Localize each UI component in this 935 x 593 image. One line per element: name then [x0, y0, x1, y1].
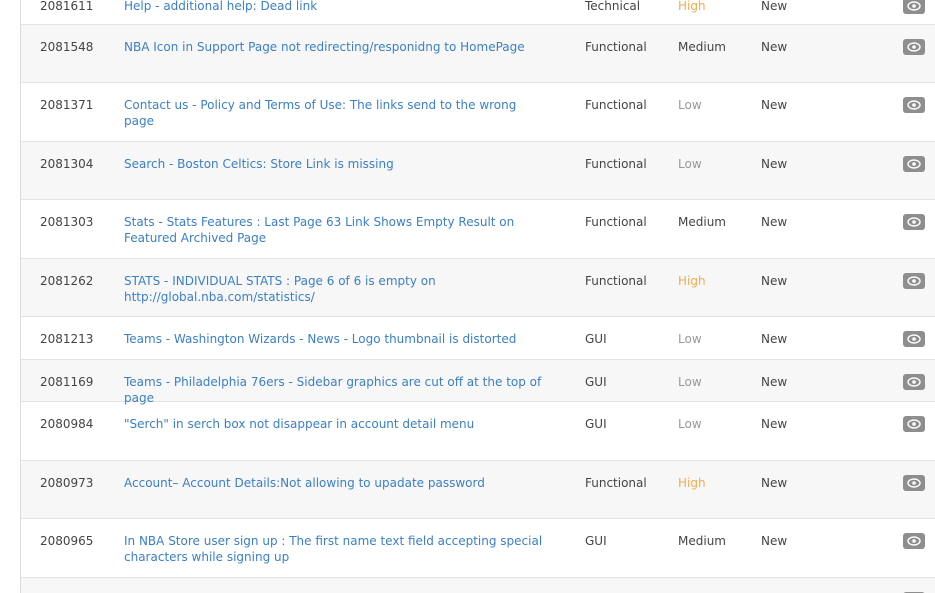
bug-severity: Medium — [678, 40, 726, 54]
table-row: 2080984 "Serch" in serch box not disappe… — [21, 402, 935, 461]
bug-type: Functional — [585, 274, 647, 288]
table-row: 2081371 Contact us - Policy and Terms of… — [21, 83, 935, 142]
bug-id: 2081213 — [40, 332, 94, 346]
bug-id: 2081262 — [40, 274, 94, 288]
table-row: 2081262 STATS - INDIVIDUAL STATS : Page … — [21, 259, 935, 317]
bug-type: Technical — [585, 0, 641, 13]
eye-icon — [907, 159, 921, 169]
bug-status: New — [761, 0, 788, 13]
bug-title-link[interactable]: In NBA Store user sign up : The first na… — [124, 533, 544, 565]
bug-status: New — [761, 476, 788, 490]
bug-status: New — [761, 157, 788, 171]
eye-icon — [907, 42, 921, 52]
bug-type: Functional — [585, 157, 647, 171]
view-bug-button[interactable] — [903, 475, 925, 491]
view-bug-button[interactable] — [903, 39, 925, 55]
table-row: 2080965 In NBA Store user sign up : The … — [21, 519, 935, 578]
bug-type: Functional — [585, 215, 647, 229]
bug-status: New — [761, 534, 788, 548]
eye-icon — [907, 478, 921, 488]
bug-list-page: 2081611 Help - additional help: Dead lin… — [0, 0, 935, 593]
bug-id: 2081371 — [40, 98, 94, 112]
table-row: 2081611 Help - additional help: Dead lin… — [21, 0, 935, 25]
bug-title-link[interactable]: "Serch" in serch box not disappear in ac… — [124, 416, 544, 432]
bug-severity: Low — [678, 417, 702, 431]
table-row: 2081303 Stats - Stats Features : Last Pa… — [21, 200, 935, 259]
table-row: 2080973 Account– Account Details:Not all… — [21, 461, 935, 519]
bug-severity: High — [678, 274, 706, 288]
view-bug-button[interactable] — [903, 214, 925, 230]
bug-title-link[interactable]: Stats - Stats Features : Last Page 63 Li… — [124, 214, 544, 246]
table-row: 2081304 Search - Boston Celtics: Store L… — [21, 142, 935, 200]
bug-type: GUI — [585, 375, 607, 389]
eye-icon — [907, 100, 921, 110]
bug-severity: Low — [678, 157, 702, 171]
view-bug-button[interactable] — [903, 273, 925, 289]
bug-id: 2081303 — [40, 215, 94, 229]
eye-icon — [907, 419, 921, 429]
bug-type: Functional — [585, 476, 647, 490]
view-bug-button[interactable] — [903, 374, 925, 390]
bug-type: Functional — [585, 98, 647, 112]
view-bug-button[interactable] — [903, 416, 925, 432]
eye-icon — [907, 536, 921, 546]
bug-title-link[interactable]: Search - Boston Celtics: Store Link is m… — [124, 156, 544, 172]
bug-title-link[interactable]: Account– Account Details:Not allowing to… — [124, 475, 544, 491]
eye-icon — [907, 377, 921, 387]
bug-status: New — [761, 215, 788, 229]
bug-id: 2081548 — [40, 40, 94, 54]
bug-severity: High — [678, 476, 706, 490]
bug-title-link[interactable]: NBA Icon in Support Page not redirecting… — [124, 39, 544, 55]
bug-id: 2080984 — [40, 417, 94, 431]
table-row: 2081548 NBA Icon in Support Page not red… — [21, 25, 935, 83]
eye-icon — [907, 1, 921, 11]
bug-id: 2081169 — [40, 375, 94, 389]
bug-severity: Medium — [678, 534, 726, 548]
view-bug-button[interactable] — [903, 156, 925, 172]
bug-title-link[interactable]: Contact us - Policy and Terms of Use: Th… — [124, 97, 544, 129]
bug-status: New — [761, 417, 788, 431]
view-bug-button[interactable] — [903, 97, 925, 113]
table-row: 2081169 Teams - Philadelphia 76ers - Sid… — [21, 360, 935, 405]
bug-id: 2081611 — [40, 0, 94, 13]
bug-status: New — [761, 332, 788, 346]
view-bug-button[interactable] — [903, 0, 925, 14]
bug-status: New — [761, 375, 788, 389]
bug-title-link[interactable]: Teams - Washington Wizards - News - Logo… — [124, 331, 544, 347]
bug-table: 2081611 Help - additional help: Dead lin… — [21, 0, 935, 593]
bug-type: GUI — [585, 332, 607, 346]
bug-severity: Low — [678, 98, 702, 112]
bug-id: 2080965 — [40, 534, 94, 548]
bug-title-link[interactable]: Help - additional help: Dead link — [124, 0, 544, 14]
bug-type: Functional — [585, 40, 647, 54]
bug-type: GUI — [585, 534, 607, 548]
bug-status: New — [761, 98, 788, 112]
bug-severity: High — [678, 0, 706, 13]
bug-severity: Low — [678, 375, 702, 389]
eye-icon — [907, 276, 921, 286]
bug-status: New — [761, 40, 788, 54]
view-bug-button[interactable] — [903, 533, 925, 549]
bug-id: 2080973 — [40, 476, 94, 490]
bug-type: GUI — [585, 417, 607, 431]
view-bug-button[interactable] — [903, 331, 925, 347]
bug-title-link[interactable]: STATS - INDIVIDUAL STATS : Page 6 of 6 i… — [124, 273, 544, 305]
eye-icon — [907, 334, 921, 344]
bug-status: New — [761, 274, 788, 288]
table-row: 2081213 Teams - Washington Wizards - New… — [21, 317, 935, 360]
bug-id: 2081304 — [40, 157, 94, 171]
bug-severity: Medium — [678, 215, 726, 229]
table-row — [21, 578, 935, 593]
bug-severity: Low — [678, 332, 702, 346]
eye-icon — [907, 217, 921, 227]
